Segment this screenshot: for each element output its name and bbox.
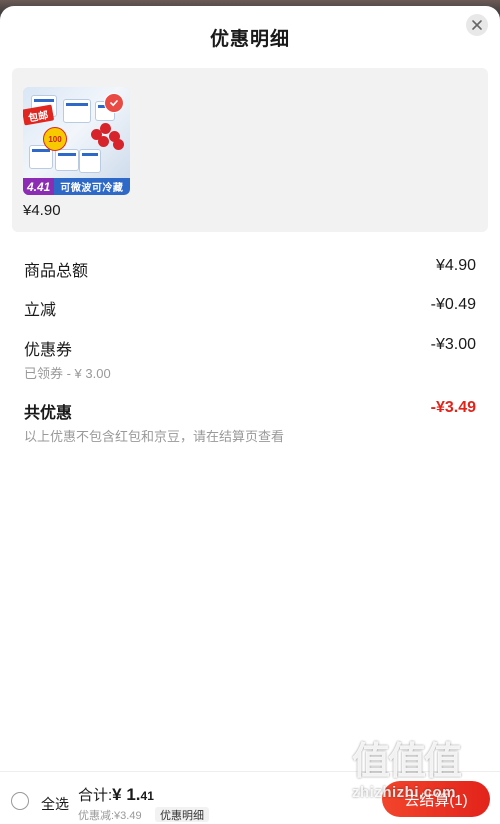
coupon-row: 优惠券 -¥3.00 bbox=[24, 336, 476, 360]
instant-discount-label: 立减 bbox=[24, 302, 57, 319]
goods-total-label: 商品总额 bbox=[24, 263, 89, 280]
product-card: 包邮 100 4.41 可微波可冷藏 ¥4.90 bbox=[12, 68, 488, 232]
discount-disclaimer: 以上优惠不包含红包和京豆，请在结算页查看 bbox=[24, 429, 285, 444]
close-icon bbox=[472, 20, 482, 30]
product-feature-text: 可微波可冷藏 bbox=[60, 183, 124, 194]
instant-discount-row: 立减 -¥0.49 bbox=[24, 296, 476, 320]
quantity-badge: 100 bbox=[43, 127, 67, 151]
goods-total-row: 商品总额 ¥4.90 bbox=[24, 257, 476, 281]
total-discount-value: -¥3.49 bbox=[430, 399, 476, 416]
goods-total-value: ¥4.90 bbox=[435, 257, 476, 274]
total-amount: ¥ 1. bbox=[112, 785, 141, 804]
total-discount-row: 共优惠 -¥3.49 bbox=[24, 399, 476, 423]
watermark-domain: zhizhizhi.com bbox=[352, 784, 456, 801]
select-all-radio[interactable] bbox=[11, 792, 29, 810]
instant-discount-value: -¥0.49 bbox=[430, 296, 476, 313]
discount-detail-sheet: 优惠明细 包邮 100 4.41 可微波可冷藏 ¥4.90 商品总额 ¥4.90… bbox=[0, 6, 500, 823]
product-image[interactable]: 包邮 100 4.41 可微波可冷藏 bbox=[23, 87, 130, 195]
discount-detail-button[interactable]: 优惠明细 bbox=[155, 807, 209, 822]
select-all-label[interactable]: 全选 bbox=[41, 794, 69, 814]
tomato-graphic bbox=[91, 123, 125, 150]
total-label: 合计: bbox=[78, 787, 113, 804]
selected-check-icon bbox=[104, 93, 124, 113]
total-discount-label: 共优惠 bbox=[24, 405, 73, 422]
product-price: ¥4.90 bbox=[23, 202, 61, 219]
promo-price-flag: 4.41 bbox=[23, 178, 55, 195]
close-button[interactable] bbox=[466, 14, 488, 36]
coupon-note: 已领券 - ¥ 3.00 bbox=[24, 366, 111, 381]
coupon-label: 优惠券 bbox=[24, 342, 73, 359]
order-total: 合计:¥ 1.41 bbox=[78, 784, 154, 805]
site-watermark: 值值值 zhizhizhi.com bbox=[352, 740, 496, 816]
coupon-value: -¥3.00 bbox=[430, 336, 476, 353]
watermark-logo: 值值值 bbox=[352, 741, 462, 783]
discount-summary: 优惠减:¥3.49 bbox=[78, 810, 142, 822]
sheet-title: 优惠明细 bbox=[209, 29, 290, 50]
total-amount-decimal: 41 bbox=[140, 789, 154, 803]
product-image-banner: 4.41 可微波可冷藏 bbox=[23, 178, 130, 195]
